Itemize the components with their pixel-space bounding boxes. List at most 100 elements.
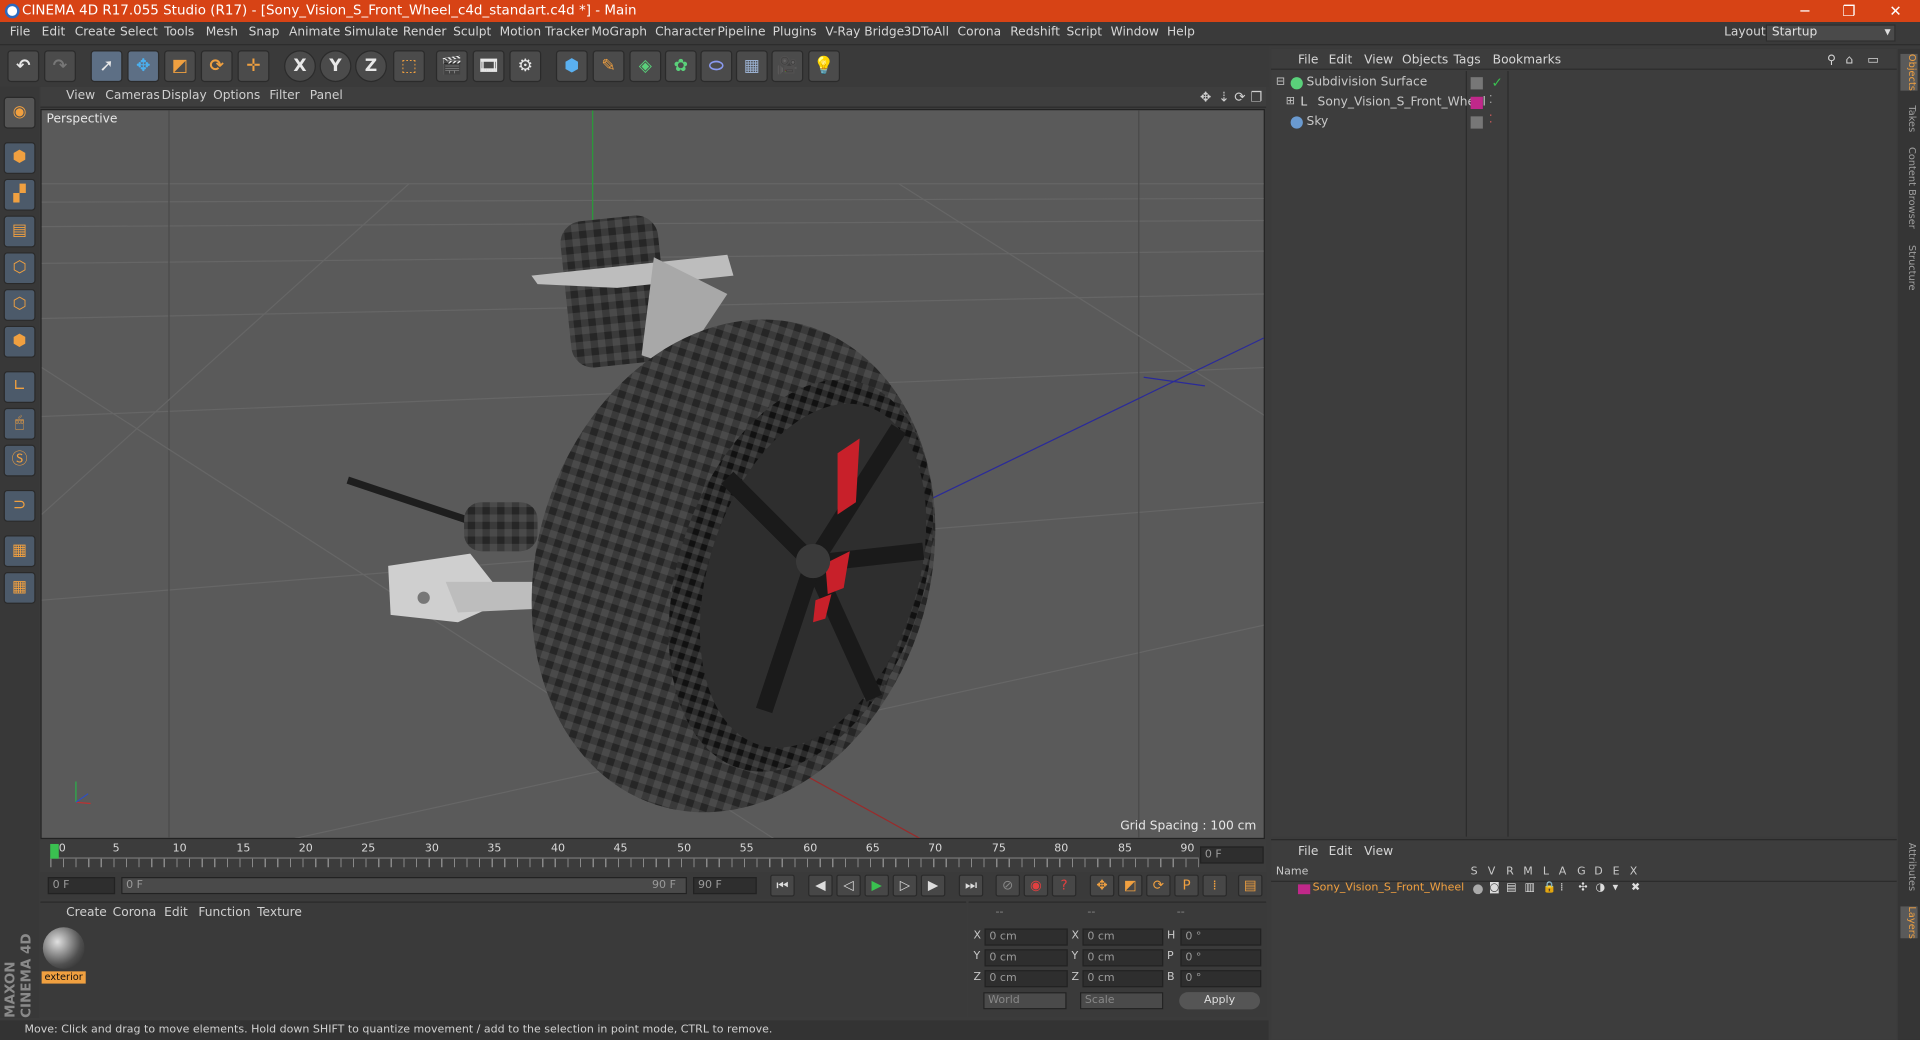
vp-menu-cameras[interactable]: Cameras bbox=[105, 89, 159, 102]
light-button[interactable]: 💡 bbox=[808, 50, 841, 83]
scale-tool-button[interactable]: ◩ bbox=[164, 50, 196, 83]
vp-nav-rotate-icon[interactable]: ⟳ bbox=[1234, 89, 1245, 105]
tab-objects[interactable]: Objects bbox=[1900, 53, 1918, 91]
goto-start-button[interactable]: ⏮ bbox=[770, 874, 795, 897]
vp-menu-display[interactable]: Display bbox=[162, 89, 207, 102]
world-select[interactable]: World bbox=[983, 992, 1067, 1010]
pos-y-field[interactable]: 0 cm bbox=[984, 949, 1068, 967]
workplane-lock-button[interactable]: ▦ bbox=[3, 572, 36, 604]
menu-create[interactable]: Create bbox=[75, 26, 116, 39]
mat-menu-corona[interactable]: Corona bbox=[113, 906, 157, 919]
visibility-dots-icon[interactable]: ⁚ bbox=[1489, 114, 1493, 126]
menu-tools[interactable]: Tools bbox=[164, 26, 194, 39]
collapse-icon[interactable]: ⊟ bbox=[1276, 76, 1285, 88]
menu-3dtoall[interactable]: 3DToAll bbox=[904, 26, 949, 39]
coordinate-system-button[interactable]: ⬚ bbox=[393, 50, 425, 83]
play-button[interactable]: ▶ bbox=[864, 874, 889, 897]
render-picture-viewer-button[interactable]: 🎞 bbox=[472, 50, 505, 83]
expressions-icon[interactable]: ▾ bbox=[1613, 882, 1619, 894]
rot-p-field[interactable]: 0 ° bbox=[1180, 949, 1262, 967]
object-name[interactable]: Sky bbox=[1307, 115, 1329, 128]
search-icon[interactable]: ⚲ bbox=[1827, 54, 1836, 67]
key-scale-button[interactable]: ◩ bbox=[1117, 874, 1143, 897]
model-mode-button[interactable]: ⬢ bbox=[3, 142, 36, 174]
menu-corona[interactable]: Corona bbox=[958, 26, 1002, 39]
menu-file[interactable]: File bbox=[10, 26, 30, 39]
edges-mode-button[interactable]: ⬡ bbox=[3, 289, 36, 321]
deformer-button[interactable]: ⬭ bbox=[700, 50, 733, 83]
menu-simulate[interactable]: Simulate bbox=[344, 26, 398, 39]
om-menu-objects[interactable]: Objects bbox=[1402, 54, 1448, 67]
key-parameter-button[interactable]: P bbox=[1174, 874, 1199, 897]
vp-nav-arrow-icon[interactable]: ⇣ bbox=[1218, 89, 1229, 105]
vp-menu-options[interactable]: Options bbox=[213, 89, 260, 102]
snap-button[interactable]: Ⓢ bbox=[3, 444, 36, 477]
layer-color-icon[interactable] bbox=[1297, 884, 1311, 895]
playhead[interactable] bbox=[50, 843, 59, 859]
pen-spline-button[interactable]: ✎ bbox=[592, 50, 625, 83]
solo-icon[interactable] bbox=[1473, 884, 1483, 895]
end-frame-field[interactable]: 90 F bbox=[693, 877, 757, 895]
check-icon[interactable]: ✓ bbox=[1491, 75, 1502, 91]
key-rotation-button[interactable]: ⟳ bbox=[1146, 874, 1171, 897]
rot-b-field[interactable]: 0 ° bbox=[1180, 970, 1262, 988]
object-row[interactable]: ⊟ Subdivision Surface ✓ bbox=[1271, 75, 1897, 95]
lock-icon[interactable]: 🔒 bbox=[1543, 882, 1557, 894]
magnet-button[interactable]: ⊃ bbox=[3, 489, 36, 522]
menu-sculpt[interactable]: Sculpt bbox=[453, 26, 491, 39]
rot-h-field[interactable]: 0 ° bbox=[1180, 928, 1262, 946]
timeline-track[interactable] bbox=[50, 857, 1199, 868]
start-frame-field[interactable]: 0 F bbox=[47, 877, 116, 895]
pos-x-field[interactable]: 0 cm bbox=[984, 928, 1068, 946]
object-row[interactable]: ⊞ L Sony_Vision_S_Front_Wheel ⁚ bbox=[1271, 94, 1897, 114]
select-tool-button[interactable]: ➚ bbox=[90, 50, 123, 83]
menu-pipeline[interactable]: Pipeline bbox=[718, 26, 766, 39]
record-keys-button[interactable]: ⊘ bbox=[995, 874, 1021, 897]
current-frame-field[interactable]: 0 F bbox=[1200, 846, 1264, 864]
texture-mode-button[interactable]: ▞ bbox=[3, 178, 36, 211]
object-row[interactable]: Sky ⁚ bbox=[1271, 114, 1897, 134]
tab-takes[interactable]: Takes bbox=[1900, 105, 1918, 132]
tab-attributes[interactable]: Attributes bbox=[1900, 843, 1918, 891]
timeline-ruler[interactable]: 0 5 10 15 20 25 30 35 40 45 50 55 60 65 … bbox=[40, 840, 1267, 873]
rotate-tool-button[interactable]: ⟳ bbox=[200, 50, 233, 83]
axis-mode-button[interactable]: ∟ bbox=[3, 371, 36, 403]
menu-motion-tracker[interactable]: Motion Tracker bbox=[500, 26, 590, 39]
next-key-button[interactable]: ▶ bbox=[920, 874, 946, 897]
mat-menu-texture[interactable]: Texture bbox=[257, 906, 302, 919]
material-name[interactable]: exterior bbox=[41, 971, 86, 984]
tweak-mode-button[interactable]: 🖱 bbox=[3, 407, 36, 440]
vp-menu-filter[interactable]: Filter bbox=[269, 89, 299, 102]
cube-button[interactable]: ⬢ bbox=[555, 50, 588, 83]
perspective-viewport[interactable]: Perspective Grid Spacing : 100 cm bbox=[40, 109, 1265, 840]
lm-menu-edit[interactable]: Edit bbox=[1329, 845, 1353, 858]
size-z-field[interactable]: 0 cm bbox=[1082, 970, 1164, 988]
eye-icon[interactable]: ◙ bbox=[1489, 882, 1500, 894]
pos-z-field[interactable]: 0 cm bbox=[984, 970, 1068, 988]
tab-content-browser[interactable]: Content Browser bbox=[1900, 147, 1918, 229]
z-axis-button[interactable]: Z bbox=[355, 50, 387, 83]
subdivision-button[interactable]: ◈ bbox=[629, 50, 662, 83]
prev-frame-button[interactable]: ◁ bbox=[836, 874, 861, 897]
lm-menu-view[interactable]: View bbox=[1364, 845, 1393, 858]
size-x-field[interactable]: 0 cm bbox=[1082, 928, 1164, 946]
object-name[interactable]: Subdivision Surface bbox=[1307, 76, 1428, 89]
mat-menu-function[interactable]: Function bbox=[198, 906, 250, 919]
material-swatch[interactable] bbox=[42, 927, 85, 969]
xref-icon[interactable]: ✖ bbox=[1631, 882, 1640, 894]
om-menu-edit[interactable]: Edit bbox=[1329, 54, 1353, 67]
scale-select[interactable]: Scale bbox=[1080, 992, 1164, 1010]
tab-layers[interactable]: Layers bbox=[1900, 906, 1918, 939]
home-icon[interactable]: ⌂ bbox=[1845, 54, 1853, 67]
expand-icon[interactable]: ⊞ bbox=[1286, 96, 1295, 108]
menu-help[interactable]: Help bbox=[1167, 26, 1195, 39]
restore-button[interactable]: ❐ bbox=[1827, 0, 1871, 22]
prev-key-button[interactable]: ◀ bbox=[808, 874, 833, 897]
animation-icon[interactable]: ⁞ bbox=[1560, 882, 1564, 894]
tab-structure[interactable]: Structure bbox=[1900, 245, 1918, 291]
record-button[interactable]: ◉ bbox=[1023, 874, 1049, 897]
transform-tool-button[interactable]: ✛ bbox=[237, 50, 270, 83]
mat-menu-create[interactable]: Create bbox=[66, 906, 107, 919]
undo-button[interactable]: ↶ bbox=[7, 50, 40, 83]
menu-vray-bridge[interactable]: V-Ray Bridge bbox=[825, 26, 904, 39]
